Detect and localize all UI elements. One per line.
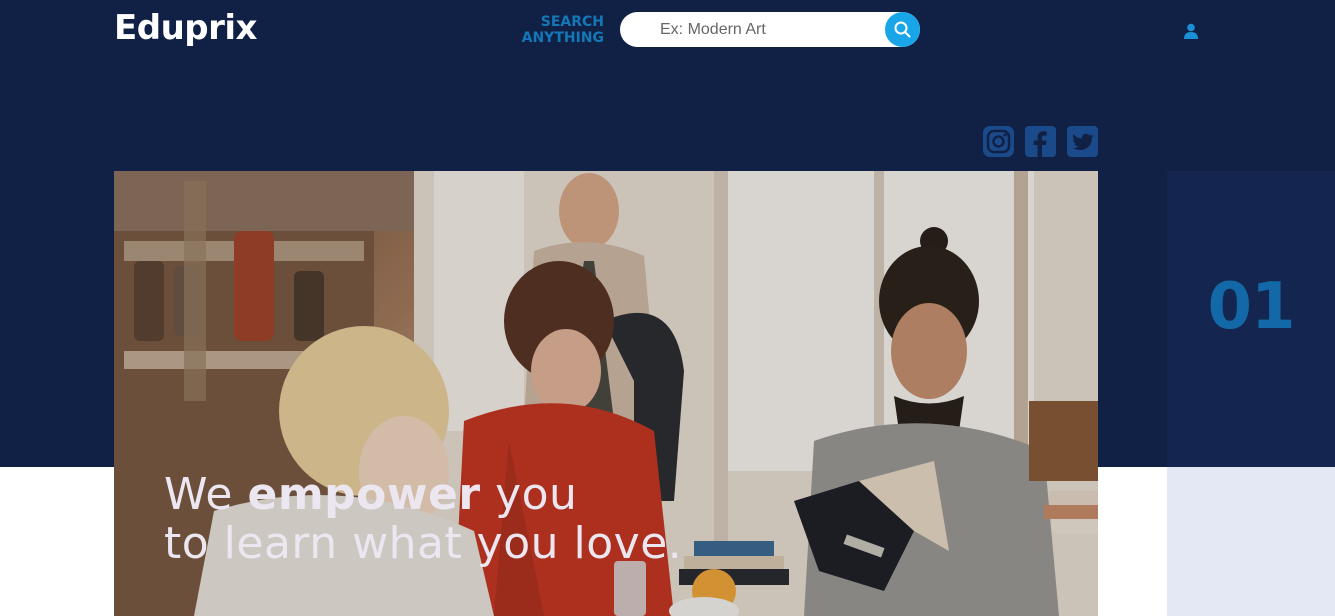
slide-number: 01 [1207, 270, 1295, 344]
search-label: SEARCH ANYTHING [500, 14, 604, 46]
search-label-line2: ANYTHING [521, 30, 604, 46]
hero-headline-line2: to learn what you love. [164, 518, 683, 569]
instagram-icon[interactable] [983, 126, 1014, 157]
twitter-icon[interactable] [1067, 126, 1098, 157]
slide-counter-panel-lower [1167, 467, 1335, 616]
facebook-icon[interactable] [1025, 126, 1056, 157]
search-box [620, 12, 920, 47]
user-icon[interactable] [1183, 23, 1199, 39]
hero-headline-line1: We empower you [164, 470, 784, 519]
search-input[interactable] [660, 12, 880, 47]
headline-part1: We [164, 469, 248, 520]
hero-headline: We empower you to learn what you love. [164, 470, 784, 568]
search-label-line1: SEARCH [540, 14, 604, 30]
headline-part2: you [480, 469, 578, 520]
search-button[interactable] [885, 12, 920, 47]
site-logo[interactable]: Eduprix [114, 8, 257, 48]
headline-emphasis: empower [247, 469, 481, 520]
search-icon [894, 21, 911, 38]
